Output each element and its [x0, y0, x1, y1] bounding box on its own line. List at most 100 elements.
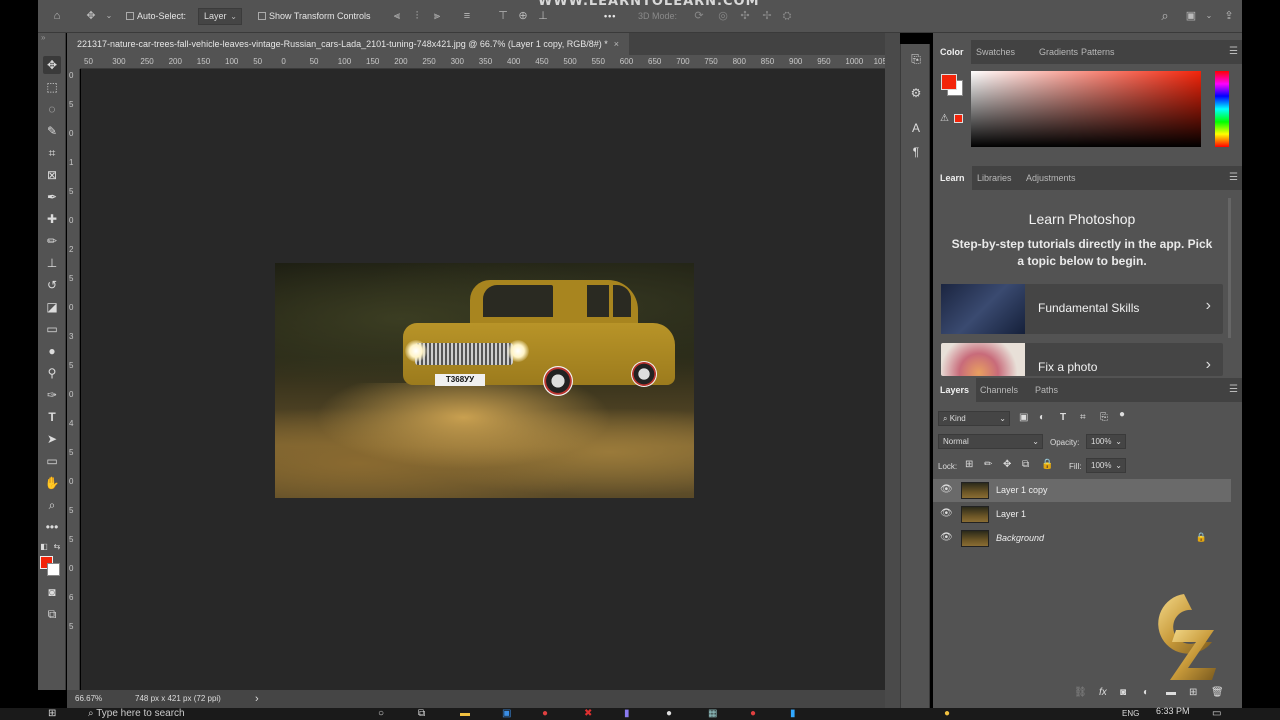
- learn-scrollbar[interactable]: [1228, 198, 1231, 338]
- zoom-level[interactable]: 66.67%: [75, 690, 102, 708]
- paragraph-panel-icon[interactable]: ¶: [907, 143, 925, 161]
- tab-swatches[interactable]: Swatches: [969, 40, 1022, 64]
- filter-smart-object-icon[interactable]: ⎘: [1100, 412, 1108, 423]
- tab-patterns[interactable]: Patterns: [1074, 40, 1122, 64]
- eyedropper-tool-icon[interactable]: ✒: [43, 188, 61, 206]
- lock-position-icon[interactable]: ✥: [1003, 459, 1011, 470]
- document-tab[interactable]: 221317-nature-car-trees-fall-vehicle-lea…: [67, 33, 630, 55]
- layer-effects-icon[interactable]: fx: [1099, 687, 1107, 698]
- history-panel-icon[interactable]: ⎘: [907, 50, 925, 68]
- status-menu-arrow-icon[interactable]: ›: [255, 690, 259, 708]
- character-panel-icon[interactable]: A: [907, 119, 925, 137]
- transform-controls-checkbox[interactable]: Show Transform Controls: [258, 9, 371, 24]
- task-view-icon[interactable]: ⧉: [418, 708, 425, 720]
- quick-select-tool-icon[interactable]: ✎: [43, 122, 61, 140]
- filter-type-icon[interactable]: T: [1060, 412, 1066, 423]
- visibility-eye-icon[interactable]: 👁: [940, 508, 953, 519]
- distribute-icon[interactable]: ≡: [460, 9, 474, 23]
- tab-libraries[interactable]: Libraries: [970, 166, 1019, 190]
- move-tool-icon[interactable]: ✥: [84, 9, 98, 23]
- panel-grip-icon[interactable]: »: [38, 33, 65, 43]
- align-right-icon[interactable]: ⫸: [430, 9, 444, 23]
- tab-learn[interactable]: Learn: [933, 166, 972, 190]
- gamut-warning-icon[interactable]: ⚠: [940, 113, 949, 124]
- layer-mask-icon[interactable]: ◙: [1120, 687, 1126, 698]
- align-bottom-icon[interactable]: ⊥: [536, 9, 550, 23]
- gradient-tool-icon[interactable]: ▭: [43, 320, 61, 338]
- edit-toolbar-icon[interactable]: •••: [43, 518, 61, 536]
- weather-icon[interactable]: ●: [944, 708, 950, 720]
- crop-tool-icon[interactable]: ⌗: [43, 144, 61, 162]
- tab-layers[interactable]: Layers: [933, 378, 977, 402]
- align-top-icon[interactable]: ⊤: [496, 9, 510, 23]
- learn-card-fix-a-photo[interactable]: Fix a photo ›: [941, 343, 1223, 376]
- layer-lock-icon[interactable]: 🔒: [1196, 532, 1207, 543]
- path-selection-tool-icon[interactable]: ➤: [43, 430, 61, 448]
- layer-row-background[interactable]: 👁 Background 🔒: [933, 527, 1231, 550]
- gamut-warning-swatch[interactable]: [954, 114, 963, 123]
- align-left-icon[interactable]: ⫷: [390, 9, 404, 23]
- visibility-eye-icon[interactable]: 👁: [940, 532, 953, 543]
- new-layer-icon[interactable]: ⊞: [1189, 687, 1197, 698]
- notifications-icon[interactable]: ▭: [1212, 708, 1221, 720]
- app-icon[interactable]: ✖: [584, 708, 592, 720]
- lock-artboard-icon[interactable]: ⧉: [1022, 459, 1029, 470]
- transform-controls-check[interactable]: [258, 12, 266, 20]
- lasso-tool-icon[interactable]: ◌: [43, 100, 61, 118]
- layer-row-layer-1-copy[interactable]: 👁 Layer 1 copy: [933, 479, 1231, 502]
- filter-toggle-icon[interactable]: ●: [1119, 409, 1125, 420]
- pen-tool-icon[interactable]: ✑: [43, 386, 61, 404]
- windows-start-icon[interactable]: ⊞: [48, 708, 56, 720]
- default-colors-icon[interactable]: ◧: [39, 538, 49, 556]
- workspace-icon[interactable]: ▣: [1184, 9, 1198, 23]
- hand-tool-icon[interactable]: ✋: [43, 474, 61, 492]
- eraser-tool-icon[interactable]: ◪: [43, 298, 61, 316]
- brush-tool-icon[interactable]: ✏: [43, 232, 61, 250]
- visibility-eye-icon[interactable]: 👁: [940, 484, 953, 495]
- filter-adjustment-icon[interactable]: ◐: [1039, 412, 1045, 423]
- layer-row-layer-1[interactable]: 👁 Layer 1: [933, 503, 1231, 526]
- panel-menu-icon[interactable]: ☰: [1229, 384, 1238, 395]
- screen-mode-icon[interactable]: ⧉: [43, 605, 61, 623]
- media-icon[interactable]: ●: [666, 708, 672, 720]
- premiere-icon[interactable]: ▮: [624, 708, 630, 720]
- learn-card-fundamental-skills[interactable]: Fundamental Skills ›: [941, 284, 1223, 334]
- panel-menu-icon[interactable]: ☰: [1229, 172, 1238, 183]
- quick-mask-icon[interactable]: ◙: [43, 583, 61, 601]
- language-indicator[interactable]: ENG: [1122, 708, 1139, 720]
- lock-transparent-icon[interactable]: ⊞: [965, 459, 973, 470]
- calculator-icon[interactable]: ▦: [708, 708, 717, 720]
- layer-filter-dropdown[interactable]: ⌕ Kind ⌄: [938, 411, 1010, 426]
- clone-stamp-tool-icon[interactable]: ⊥: [43, 254, 61, 272]
- history-brush-tool-icon[interactable]: ↺: [43, 276, 61, 294]
- type-tool-icon[interactable]: T: [43, 408, 61, 426]
- auto-select-check[interactable]: [126, 12, 134, 20]
- delete-layer-icon[interactable]: 🗑: [1211, 687, 1224, 698]
- rectangle-tool-icon[interactable]: ▭: [43, 452, 61, 470]
- tab-paths[interactable]: Paths: [1028, 378, 1065, 402]
- tab-channels[interactable]: Channels: [973, 378, 1025, 402]
- zoom-tool-icon[interactable]: ⌕: [43, 496, 61, 514]
- color-panel-foreground-swatch[interactable]: [941, 74, 957, 90]
- workspace-chevron-icon[interactable]: ⌄: [1202, 9, 1216, 23]
- adjustment-layer-icon[interactable]: ◐: [1143, 687, 1149, 698]
- chrome-icon[interactable]: ●: [542, 708, 548, 720]
- share-icon[interactable]: ⇪: [1222, 9, 1236, 23]
- fill-input[interactable]: 100% ⌄: [1086, 458, 1126, 473]
- tab-color[interactable]: Color: [933, 40, 971, 64]
- browser-icon[interactable]: ●: [750, 708, 756, 720]
- opacity-input[interactable]: 100% ⌄: [1086, 434, 1126, 449]
- more-options-button[interactable]: •••: [604, 9, 616, 24]
- blur-tool-icon[interactable]: ●: [43, 342, 61, 360]
- auto-select-checkbox[interactable]: Auto-Select:: [126, 9, 186, 24]
- horizontal-ruler[interactable]: 50 300 250 200 150 100 50 0 50 100 150 200 250 300 350…: [80, 55, 885, 69]
- move-tool-icon[interactable]: ✥: [43, 56, 61, 74]
- blend-mode-dropdown[interactable]: Normal ⌄: [938, 434, 1043, 449]
- cortana-icon[interactable]: ○: [378, 708, 384, 720]
- lock-all-icon[interactable]: 🔒: [1041, 459, 1053, 470]
- file-explorer-icon[interactable]: ▬: [460, 708, 470, 720]
- align-center-icon[interactable]: ⫶: [410, 9, 424, 23]
- dodge-tool-icon[interactable]: ⚲: [43, 364, 61, 382]
- tab-adjustments[interactable]: Adjustments: [1019, 166, 1083, 190]
- lock-image-icon[interactable]: ✏: [984, 459, 992, 470]
